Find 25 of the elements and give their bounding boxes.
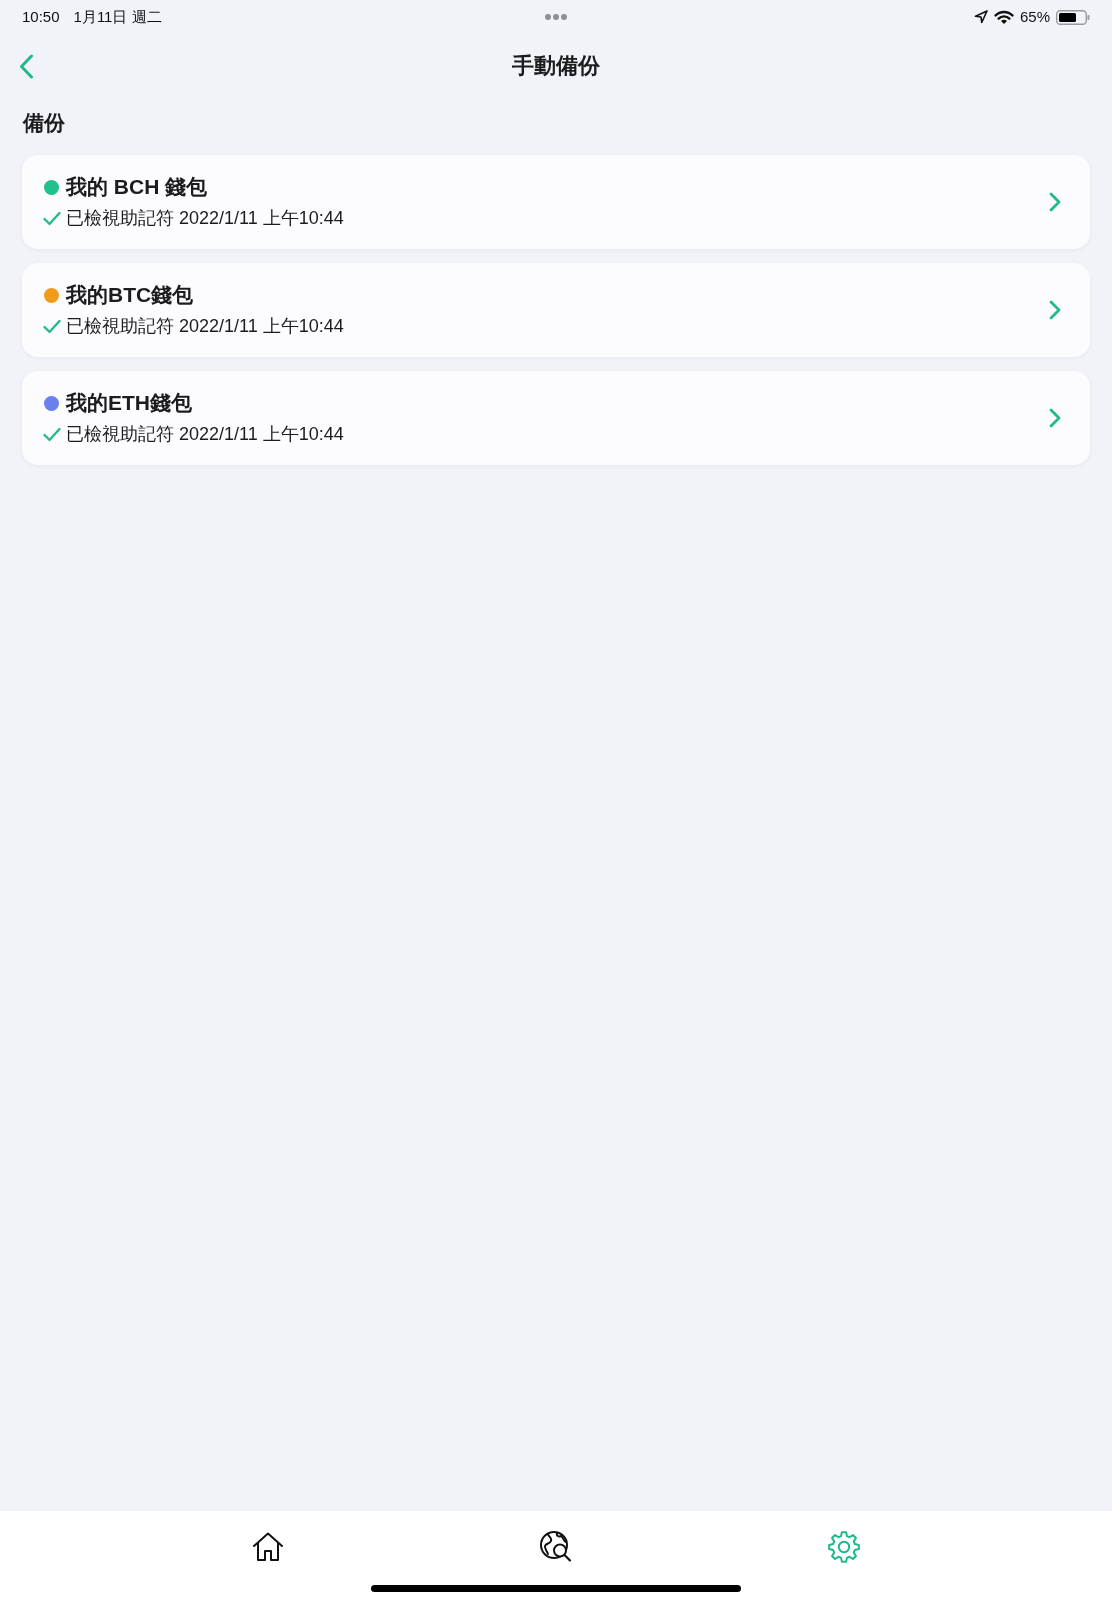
globe-search-icon	[539, 1530, 573, 1564]
battery-percent: 65%	[1019, 8, 1050, 26]
section-title: 備份	[23, 110, 65, 136]
chevron-right-icon	[1049, 300, 1061, 320]
wallet-name: 我的 BCH 錢包	[66, 174, 208, 200]
status-time: 10:50	[22, 8, 60, 26]
page-title: 手動備份	[512, 52, 600, 80]
wallet-name: 我的BTC錢包	[66, 282, 194, 308]
wallet-card[interactable]: 我的 BCH 錢包 已檢視助記符 2022/1/11 上午10:44	[22, 155, 1090, 249]
chevron-left-icon	[19, 53, 34, 79]
chevron-right-icon	[1049, 408, 1061, 428]
location-arrow-icon	[973, 10, 988, 24]
status-date: 1月11日 週二	[73, 8, 162, 26]
wallet-name: 我的ETH錢包	[66, 390, 192, 416]
backup-status: 已檢視助記符 2022/1/11 上午10:44	[66, 423, 344, 446]
wifi-icon	[993, 9, 1014, 25]
settings-icon	[827, 1530, 861, 1564]
home-icon	[251, 1530, 285, 1564]
battery-icon	[1056, 9, 1090, 25]
chevron-right-icon	[1049, 192, 1061, 212]
more-icon[interactable]	[545, 14, 567, 20]
backup-status: 已檢視助記符 2022/1/11 上午10:44	[66, 315, 344, 338]
wallet-card[interactable]: 我的ETH錢包 已檢視助記符 2022/1/11 上午10:44	[22, 371, 1090, 465]
backup-status: 已檢視助記符 2022/1/11 上午10:44	[66, 207, 344, 230]
wallet-card[interactable]: 我的BTC錢包 已檢視助記符 2022/1/11 上午10:44	[22, 263, 1090, 357]
